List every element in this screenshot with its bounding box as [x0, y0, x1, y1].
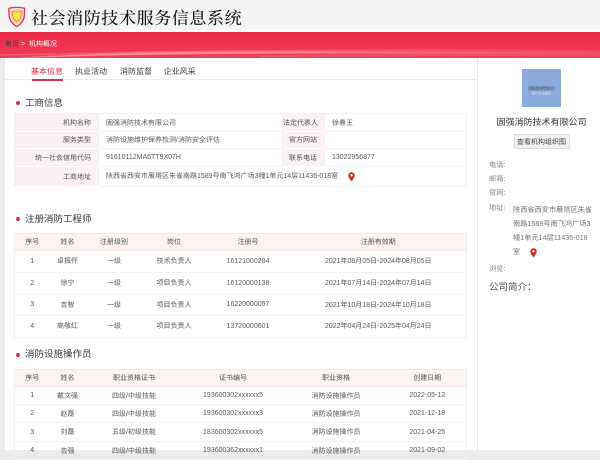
svg-text:图片无法显示: 图片无法显示: [532, 92, 553, 96]
svg-text:固强消防技术有限公司: 固强消防技术有限公司: [528, 86, 555, 91]
